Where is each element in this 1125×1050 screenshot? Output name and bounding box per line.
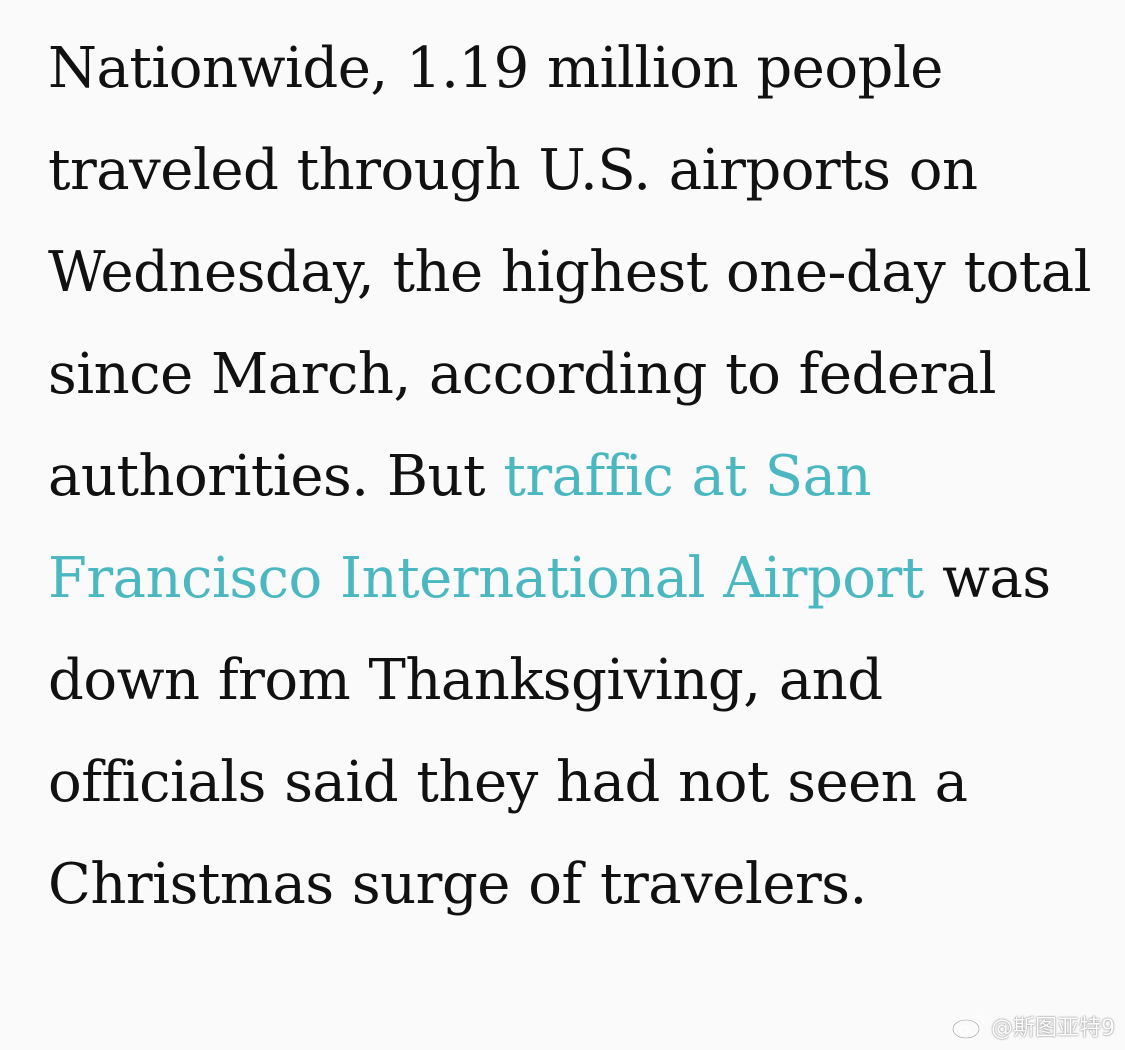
weibo-logo-icon <box>951 1012 987 1040</box>
watermark: @斯图亚特9 <box>951 1010 1115 1042</box>
paragraph-text-before-link: Nationwide, 1.19 million people traveled… <box>48 36 1092 509</box>
page: Nationwide, 1.19 million people traveled… <box>0 0 1125 1050</box>
watermark-handle: @斯图亚特9 <box>991 1016 1115 1041</box>
article-paragraph: Nationwide, 1.19 million people traveled… <box>48 18 1098 936</box>
